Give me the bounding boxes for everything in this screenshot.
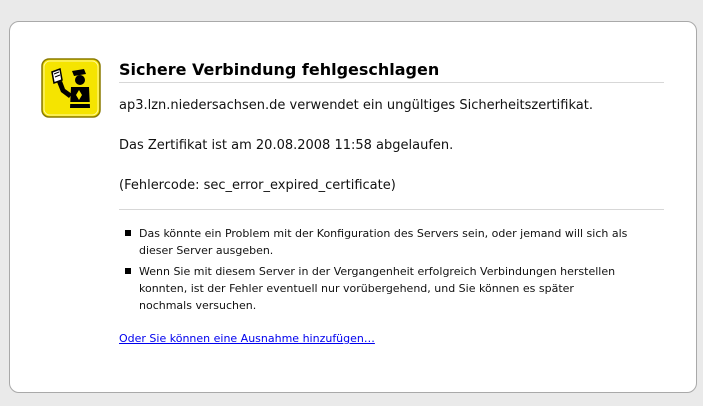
add-exception-link[interactable]: Oder Sie können eine Ausnahme hinzufügen… — [119, 332, 375, 345]
certificate-warning-icon — [41, 58, 101, 118]
error-short-description: ap3.lzn.niedersachsen.de verwendet ein u… — [119, 98, 593, 113]
error-page: Sichere Verbindung fehlgeschlagen ap3.lz… — [0, 0, 703, 406]
list-item: Das könnte ein Problem mit der Konfigura… — [119, 225, 629, 259]
advice-text: Wenn Sie mit diesem Server in der Vergan… — [139, 265, 616, 312]
error-title: Sichere Verbindung fehlgeschlagen — [119, 58, 664, 83]
error-code: (Fehlercode: sec_error_expired_certifica… — [119, 178, 396, 193]
advice-list: Das könnte ein Problem mit der Konfigura… — [119, 225, 664, 314]
error-content: Sichere Verbindung fehlgeschlagen ap3.lz… — [119, 58, 664, 346]
divider — [119, 209, 664, 210]
advice-text: Das könnte ein Problem mit der Konfigura… — [139, 227, 628, 257]
list-item: Wenn Sie mit diesem Server in der Vergan… — [119, 263, 629, 314]
bullet-icon — [125, 230, 131, 236]
error-box: Sichere Verbindung fehlgeschlagen ap3.lz… — [9, 21, 697, 393]
certificate-expiry-text: Das Zertifikat ist am 20.08.2008 11:58 a… — [119, 138, 454, 153]
bullet-icon — [125, 268, 131, 274]
